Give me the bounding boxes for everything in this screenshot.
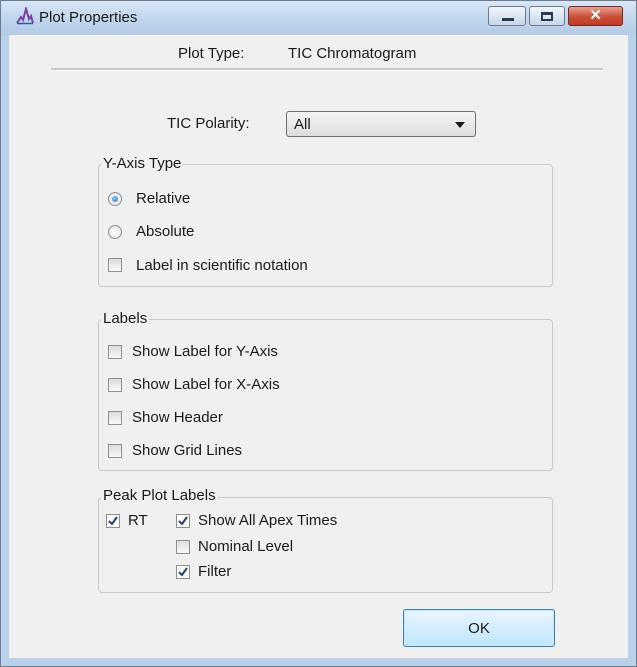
tic-polarity-select[interactable]: All — [286, 111, 476, 137]
relative-radio[interactable] — [108, 192, 122, 206]
peak-plot-labels-title: Peak Plot Labels — [101, 487, 218, 504]
show-y-axis-label-checkbox[interactable] — [108, 345, 122, 359]
show-header-text[interactable]: Show Header — [132, 409, 223, 426]
chromatogram-peak-icon — [16, 7, 34, 25]
separator — [51, 68, 603, 71]
absolute-label[interactable]: Absolute — [136, 223, 194, 240]
y-axis-type-title: Y-Axis Type — [101, 155, 184, 172]
show-header-checkbox[interactable] — [108, 411, 122, 425]
nominal-level-checkbox[interactable] — [176, 540, 190, 554]
filter-label[interactable]: Filter — [198, 563, 231, 580]
title-bar[interactable]: Plot Properties ✕ — [1, 1, 636, 35]
tic-polarity-label: TIC Polarity: — [167, 115, 250, 132]
show-all-apex-times-label[interactable]: Show All Apex Times — [198, 512, 337, 529]
maximize-button[interactable] — [529, 6, 565, 26]
show-grid-lines-text[interactable]: Show Grid Lines — [132, 442, 242, 459]
checkmark-icon — [178, 516, 188, 526]
minimize-button[interactable] — [488, 6, 526, 26]
labels-title: Labels — [101, 310, 150, 327]
close-icon: ✕ — [589, 7, 602, 24]
show-y-axis-label-text[interactable]: Show Label for Y-Axis — [132, 343, 278, 360]
filter-checkbox[interactable] — [176, 565, 190, 579]
tic-polarity-selected: All — [294, 116, 311, 133]
show-x-axis-label-checkbox[interactable] — [108, 378, 122, 392]
ok-button[interactable]: OK — [403, 609, 555, 647]
relative-label[interactable]: Relative — [136, 190, 190, 207]
chevron-down-icon — [455, 122, 465, 128]
close-button[interactable]: ✕ — [568, 6, 623, 26]
plot-properties-window: Plot Properties ✕ Plot Type: TIC Chromat… — [0, 0, 637, 667]
scientific-notation-checkbox[interactable] — [108, 258, 122, 272]
show-grid-lines-checkbox[interactable] — [108, 444, 122, 458]
checkmark-icon — [108, 516, 118, 526]
checkmark-icon — [178, 567, 188, 577]
window-title: Plot Properties — [39, 9, 138, 26]
absolute-radio[interactable] — [108, 225, 122, 239]
ok-button-label: OK — [468, 620, 490, 637]
minimize-icon — [502, 18, 514, 21]
plot-type-label: Plot Type: — [178, 45, 245, 62]
scientific-notation-label[interactable]: Label in scientific notation — [136, 257, 308, 274]
show-all-apex-times-checkbox[interactable] — [176, 514, 190, 528]
nominal-level-label[interactable]: Nominal Level — [198, 538, 293, 555]
maximize-icon — [541, 12, 553, 21]
rt-checkbox[interactable] — [106, 514, 120, 528]
plot-type-value: TIC Chromatogram — [288, 45, 417, 62]
rt-label[interactable]: RT — [128, 512, 148, 529]
show-x-axis-label-text[interactable]: Show Label for X-Axis — [132, 376, 280, 393]
